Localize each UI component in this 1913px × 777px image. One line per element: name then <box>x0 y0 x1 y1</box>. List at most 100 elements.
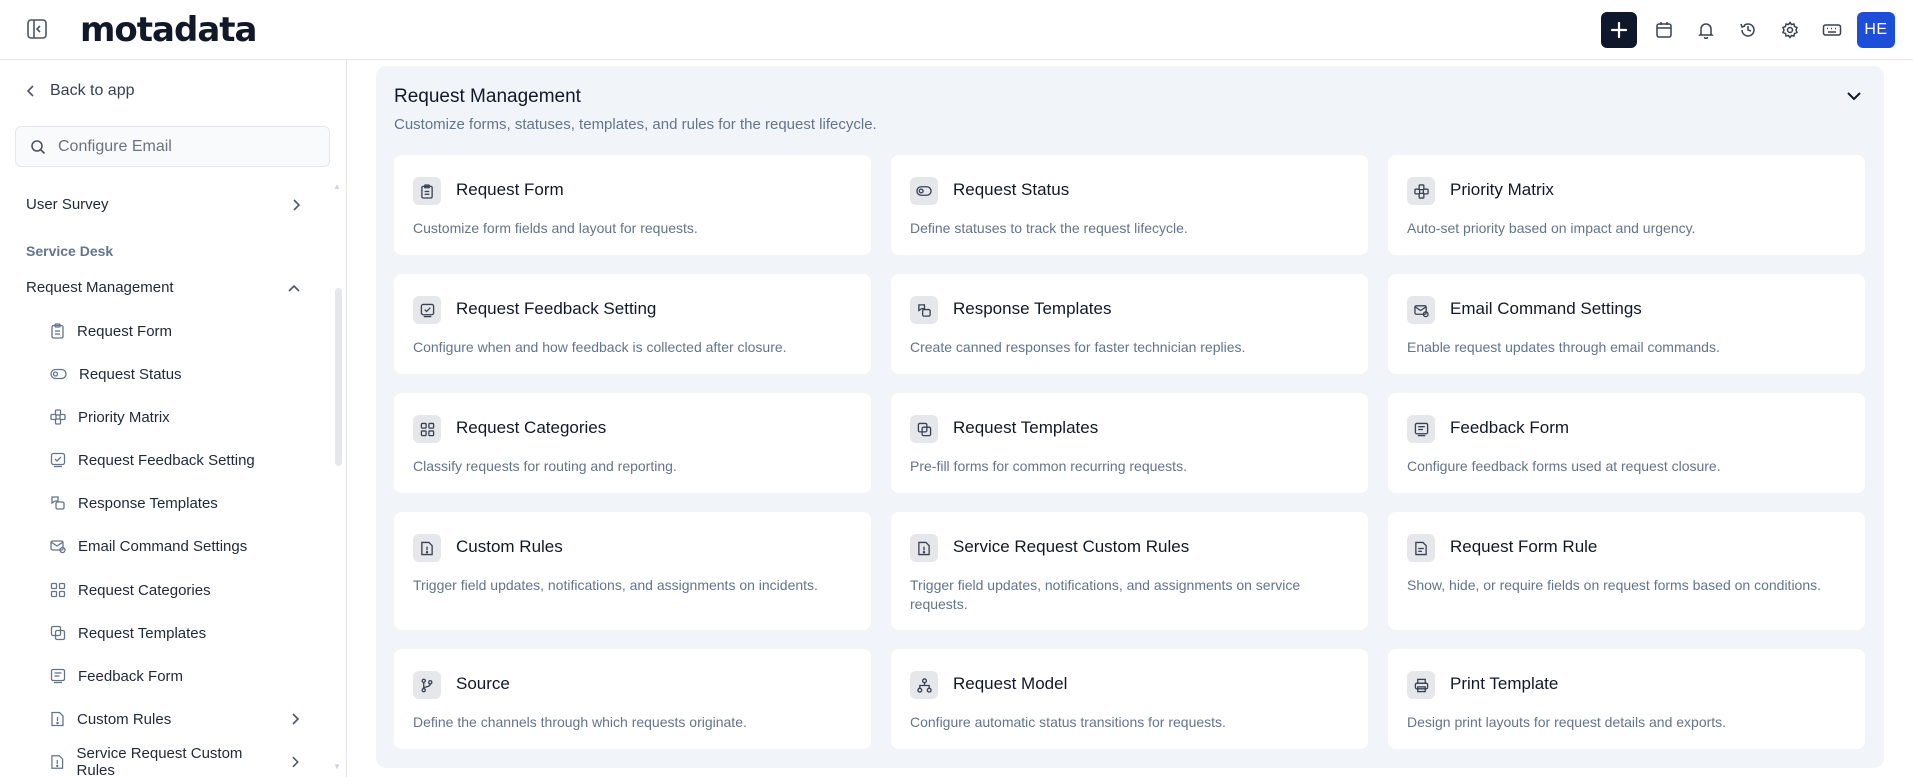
search-input[interactable] <box>58 137 318 156</box>
card-request-feedback-setting[interactable]: Request Feedback Setting Configure when … <box>394 274 871 374</box>
clipboard-icon <box>51 323 64 339</box>
back-to-app-link[interactable]: Back to app <box>26 82 135 100</box>
sidebar-item-label: Response Templates <box>78 494 218 512</box>
grid-icon <box>50 582 66 598</box>
sidebar-item-email-command-settings[interactable]: Email Command Settings <box>50 533 300 559</box>
chevron-right-icon <box>292 756 300 768</box>
hierarchy-icon <box>910 671 938 699</box>
card-title: Request Templates <box>953 418 1099 437</box>
card-source[interactable]: Source Define the channels through which… <box>394 649 871 749</box>
card-description: Define the channels through which reques… <box>413 714 747 730</box>
printer-icon <box>1407 671 1435 699</box>
scroll-down-arrow[interactable]: ▼ <box>333 762 341 771</box>
sidebar-item-request-status[interactable]: Request Status <box>50 361 300 387</box>
card-title: Request Form Rule <box>1450 537 1598 556</box>
card-title: Request Feedback Setting <box>456 299 657 318</box>
card-request-status[interactable]: Request Status Define statuses to track … <box>891 155 1368 255</box>
user-avatar[interactable]: HE <box>1857 12 1895 48</box>
gear-icon[interactable] <box>1769 11 1811 49</box>
sidebar-item-label: Request Feedback Setting <box>78 451 255 469</box>
sidebar-item-label: Request Form <box>77 322 173 340</box>
copy-icon <box>910 415 938 443</box>
back-to-app-label: Back to app <box>50 82 135 99</box>
card-description: Configure when and how feedback is colle… <box>413 339 787 355</box>
calendar-icon[interactable] <box>1643 11 1685 49</box>
panel-subtitle: Customize forms, statuses, templates, an… <box>394 116 877 133</box>
card-title: Feedback Form <box>1450 418 1570 437</box>
sidebar-item-request-management[interactable]: Request Management <box>26 279 301 296</box>
card-title: Source <box>456 674 510 693</box>
toggle-icon <box>910 177 938 205</box>
sidebar-item-request-form[interactable]: Request Form <box>50 318 300 344</box>
card-request-form-rule[interactable]: Request Form Rule Show, hide, or require… <box>1388 512 1865 630</box>
card-title: Email Command Settings <box>1450 299 1642 318</box>
card-service-request-custom-rules[interactable]: Service Request Custom Rules Trigger fie… <box>891 512 1368 630</box>
user-survey-label: User Survey <box>26 196 109 213</box>
matrix-icon <box>1407 177 1435 205</box>
sidebar-item-service-request-custom-rules[interactable]: Service Request Custom Rules <box>50 745 300 777</box>
card-description: Create canned responses for faster techn… <box>910 339 1246 355</box>
top-header: motadata HE <box>0 0 1913 60</box>
feedback-icon <box>50 452 66 468</box>
history-icon[interactable] <box>1727 11 1769 49</box>
card-description: Configure automatic status transitions f… <box>910 714 1226 730</box>
bell-icon[interactable] <box>1685 11 1727 49</box>
main-content: Request Management Customize forms, stat… <box>348 60 1913 777</box>
chevron-left-icon <box>26 85 34 97</box>
card-title: Request Categories <box>456 418 607 437</box>
settings-search[interactable] <box>15 126 330 167</box>
grid-icon <box>413 415 441 443</box>
rule-icon <box>51 711 64 727</box>
sidebar-item-response-templates[interactable]: Response Templates <box>50 490 300 516</box>
rule-icon <box>413 534 441 562</box>
card-request-templates[interactable]: Request Templates Pre-fill forms for com… <box>891 393 1368 493</box>
sidebar-scrollbar[interactable] <box>335 288 342 466</box>
card-title: Request Model <box>953 674 1068 693</box>
card-priority-matrix[interactable]: Priority Matrix Auto-set priority based … <box>1388 155 1865 255</box>
card-description: Classify requests for routing and report… <box>413 458 677 474</box>
email-command-icon <box>1407 296 1435 324</box>
request-management-label: Request Management <box>26 279 174 296</box>
card-description: Auto-set priority based on impact and ur… <box>1407 220 1696 236</box>
card-title: Service Request Custom Rules <box>953 537 1190 556</box>
search-icon <box>31 139 46 154</box>
sidebar-item-request-templates[interactable]: Request Templates <box>50 620 300 646</box>
card-request-categories[interactable]: Request Categories Classify requests for… <box>394 393 871 493</box>
collapse-panel-button[interactable] <box>1842 84 1866 108</box>
card-description: Enable request updates through email com… <box>1407 339 1720 355</box>
scroll-up-arrow[interactable]: ▲ <box>333 182 341 191</box>
sidebar-item-priority-matrix[interactable]: Priority Matrix <box>50 404 300 430</box>
card-feedback-form[interactable]: Feedback Form Configure feedback forms u… <box>1388 393 1865 493</box>
sidebar-item-custom-rules[interactable]: Custom Rules <box>50 706 300 732</box>
chevron-down-icon <box>1847 92 1861 101</box>
add-icon <box>1610 21 1628 39</box>
form-icon <box>1407 415 1435 443</box>
card-response-templates[interactable]: Response Templates Create canned respons… <box>891 274 1368 374</box>
card-description: Pre-fill forms for common recurring requ… <box>910 458 1187 474</box>
card-description: Customize form fields and layout for req… <box>413 220 698 236</box>
card-request-model[interactable]: Request Model Configure automatic status… <box>891 649 1368 749</box>
card-custom-rules[interactable]: Custom Rules Trigger field updates, noti… <box>394 512 871 630</box>
add-button[interactable] <box>1601 12 1637 48</box>
sidebar-item-label: Priority Matrix <box>78 408 170 426</box>
rule-icon <box>910 534 938 562</box>
card-title: Print Template <box>1450 674 1559 693</box>
sidebar-item-feedback-form[interactable]: Feedback Form <box>50 663 300 689</box>
copy-icon <box>50 625 66 641</box>
sidebar-item-label: Custom Rules <box>77 710 172 728</box>
card-request-form[interactable]: Request Form Customize form fields and l… <box>394 155 871 255</box>
card-print-template[interactable]: Print Template Design print layouts for … <box>1388 649 1865 749</box>
email-command-icon <box>50 540 66 554</box>
sidebar-item-user-survey[interactable]: User Survey <box>26 196 301 213</box>
sidebar-item-label: Request Categories <box>78 581 211 599</box>
sidebar: Back to app ▲ ▼ User Survey Service Desk… <box>0 60 347 777</box>
card-email-command-settings[interactable]: Email Command Settings Enable request up… <box>1388 274 1865 374</box>
card-description: Define statuses to track the request lif… <box>910 220 1188 236</box>
sidebar-collapse-icon[interactable] <box>24 16 50 42</box>
section-label-service-desk: Service Desk <box>26 243 114 259</box>
keyboard-icon[interactable] <box>1811 11 1853 49</box>
app-logo: motadata <box>80 10 257 50</box>
sidebar-item-request-feedback-setting[interactable]: Request Feedback Setting <box>50 447 300 473</box>
sidebar-item-request-categories[interactable]: Request Categories <box>50 577 300 603</box>
sidebar-item-label: Request Templates <box>78 624 207 642</box>
